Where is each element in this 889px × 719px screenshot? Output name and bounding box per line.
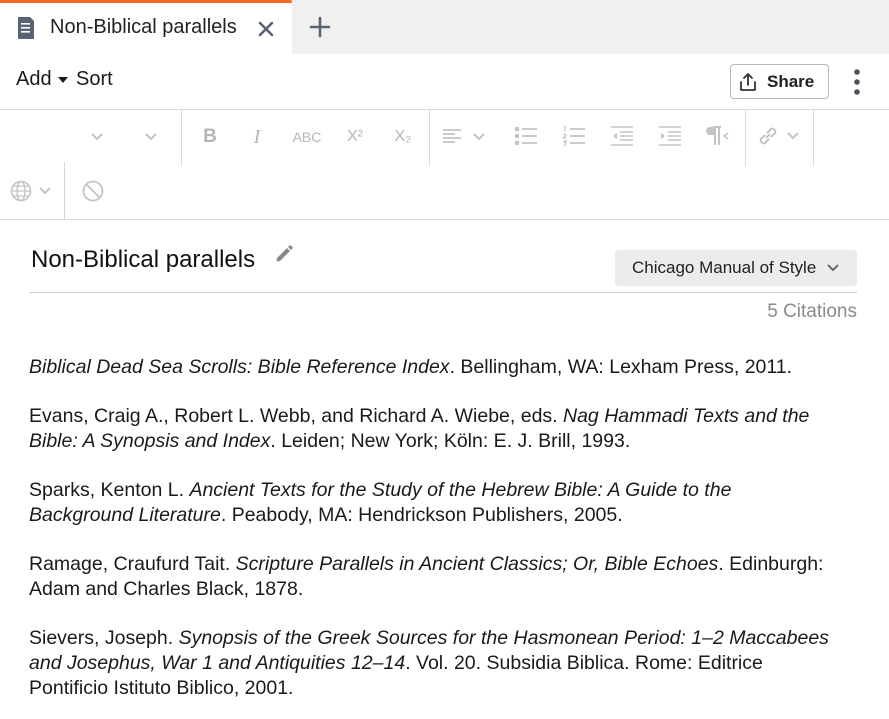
caret-down-icon — [57, 76, 68, 83]
paragraph-direction-icon — [706, 126, 729, 145]
chevron-down-icon — [827, 264, 839, 272]
close-icon[interactable] — [254, 17, 278, 41]
numbered-list-icon — [562, 125, 585, 147]
subscript-button[interactable]: X₂ — [388, 122, 418, 152]
citation-entry[interactable]: Ramage, Craufurd Tait. Scripture Paralle… — [29, 552, 839, 602]
increase-indent-button[interactable] — [656, 122, 684, 150]
numbered-list-button[interactable] — [560, 122, 588, 150]
citation-text: . Leiden; New York; Köln: E. J. Brill, 1… — [270, 430, 631, 452]
citation-entry[interactable]: Sievers, Joseph. Synopsis of the Greek S… — [29, 626, 839, 701]
toolbar-divider — [429, 110, 430, 166]
italic-button[interactable]: I — [244, 122, 270, 152]
align-dropdown[interactable] — [438, 124, 490, 150]
link-dropdown[interactable] — [752, 122, 804, 150]
citation-list-panel: Non-Biblical parallels Chicago Manual of… — [0, 221, 889, 719]
chevron-down-icon — [787, 132, 799, 140]
superscript-button[interactable]: X² — [340, 122, 370, 152]
toolbar-divider — [745, 110, 746, 166]
indent-icon — [659, 126, 681, 146]
share-button[interactable]: Share — [730, 64, 829, 99]
document-icon — [18, 17, 34, 39]
tab-strip: Non-Biblical parallels — [0, 0, 889, 54]
toolbar-divider — [813, 110, 814, 166]
add-menu-button[interactable]: Add — [16, 68, 68, 91]
more-options-icon[interactable] — [846, 66, 868, 98]
globe-icon — [10, 180, 32, 202]
citation-text: . Bellingham, WA: Lexham Press, 2011. — [449, 356, 793, 378]
prohibited-icon — [82, 180, 104, 202]
citation-count: 5 Citations — [767, 301, 857, 322]
toolbar-divider — [64, 162, 65, 220]
text-direction-button[interactable] — [702, 122, 732, 150]
bold-button[interactable]: B — [196, 122, 224, 152]
bullet-list-button[interactable] — [512, 122, 540, 150]
chevron-down-icon — [473, 133, 485, 141]
citation-entry[interactable]: Biblical Dead Sea Scrolls: Bible Referen… — [29, 355, 839, 380]
strikethrough-label: ABC — [292, 129, 322, 145]
chevron-down-icon — [39, 187, 51, 195]
chevron-down-icon — [91, 133, 103, 141]
citation-text: Sievers, Joseph. — [29, 627, 179, 649]
citation-style-select[interactable]: Chicago Manual of Style — [615, 250, 857, 286]
citation-text: Evans, Craig A., Robert L. Webb, and Ric… — [29, 405, 563, 427]
font-size-dropdown[interactable] — [138, 124, 164, 150]
subscript-label: X₂ — [394, 128, 412, 145]
add-tab-icon[interactable] — [306, 13, 334, 41]
toolbar-divider — [181, 110, 182, 166]
strikethrough-button[interactable]: ABC — [288, 122, 326, 152]
align-left-icon — [443, 129, 461, 143]
share-icon — [740, 72, 756, 91]
citation-title: Scripture Parallels in Ancient Classics;… — [235, 553, 719, 575]
language-dropdown[interactable] — [6, 178, 56, 204]
action-bar: Add Sort Share — [0, 54, 889, 110]
link-icon — [759, 127, 777, 145]
pencil-icon[interactable] — [273, 243, 295, 265]
citation-text: . Peabody, MA: Hendrickson Publishers, 2… — [220, 504, 623, 526]
add-label: Add — [16, 68, 52, 90]
paragraph-style-dropdown[interactable] — [84, 124, 110, 150]
divider — [29, 292, 857, 293]
share-label: Share — [767, 71, 815, 91]
superscript-label: X² — [347, 128, 363, 145]
citation-entry[interactable]: Evans, Craig A., Robert L. Webb, and Ric… — [29, 404, 839, 454]
outdent-icon — [611, 126, 633, 146]
decrease-indent-button[interactable] — [608, 122, 636, 150]
bullet-list-icon — [515, 127, 537, 145]
citation-text: Ramage, Craufurd Tait. — [29, 553, 236, 575]
formatting-toolbar: B I ABC X² X₂ — [0, 110, 889, 220]
sort-button[interactable]: Sort — [76, 68, 113, 91]
citation-entry[interactable]: Sparks, Kenton L. Ancient Texts for the … — [29, 478, 839, 528]
citation-title: Biblical Dead Sea Scrolls: Bible Referen… — [29, 356, 450, 378]
tab-non-biblical-parallels[interactable]: Non-Biblical parallels — [0, 0, 292, 54]
tab-title: Non-Biblical parallels — [50, 16, 237, 38]
citation-text: Sparks, Kenton L. — [29, 479, 190, 501]
bibliography: Biblical Dead Sea Scrolls: Bible Referen… — [29, 355, 839, 719]
citation-style-label: Chicago Manual of Style — [632, 258, 817, 277]
chevron-down-icon — [145, 133, 157, 141]
page-title[interactable]: Non-Biblical parallels — [31, 246, 255, 274]
clear-formatting-button[interactable] — [80, 178, 106, 204]
